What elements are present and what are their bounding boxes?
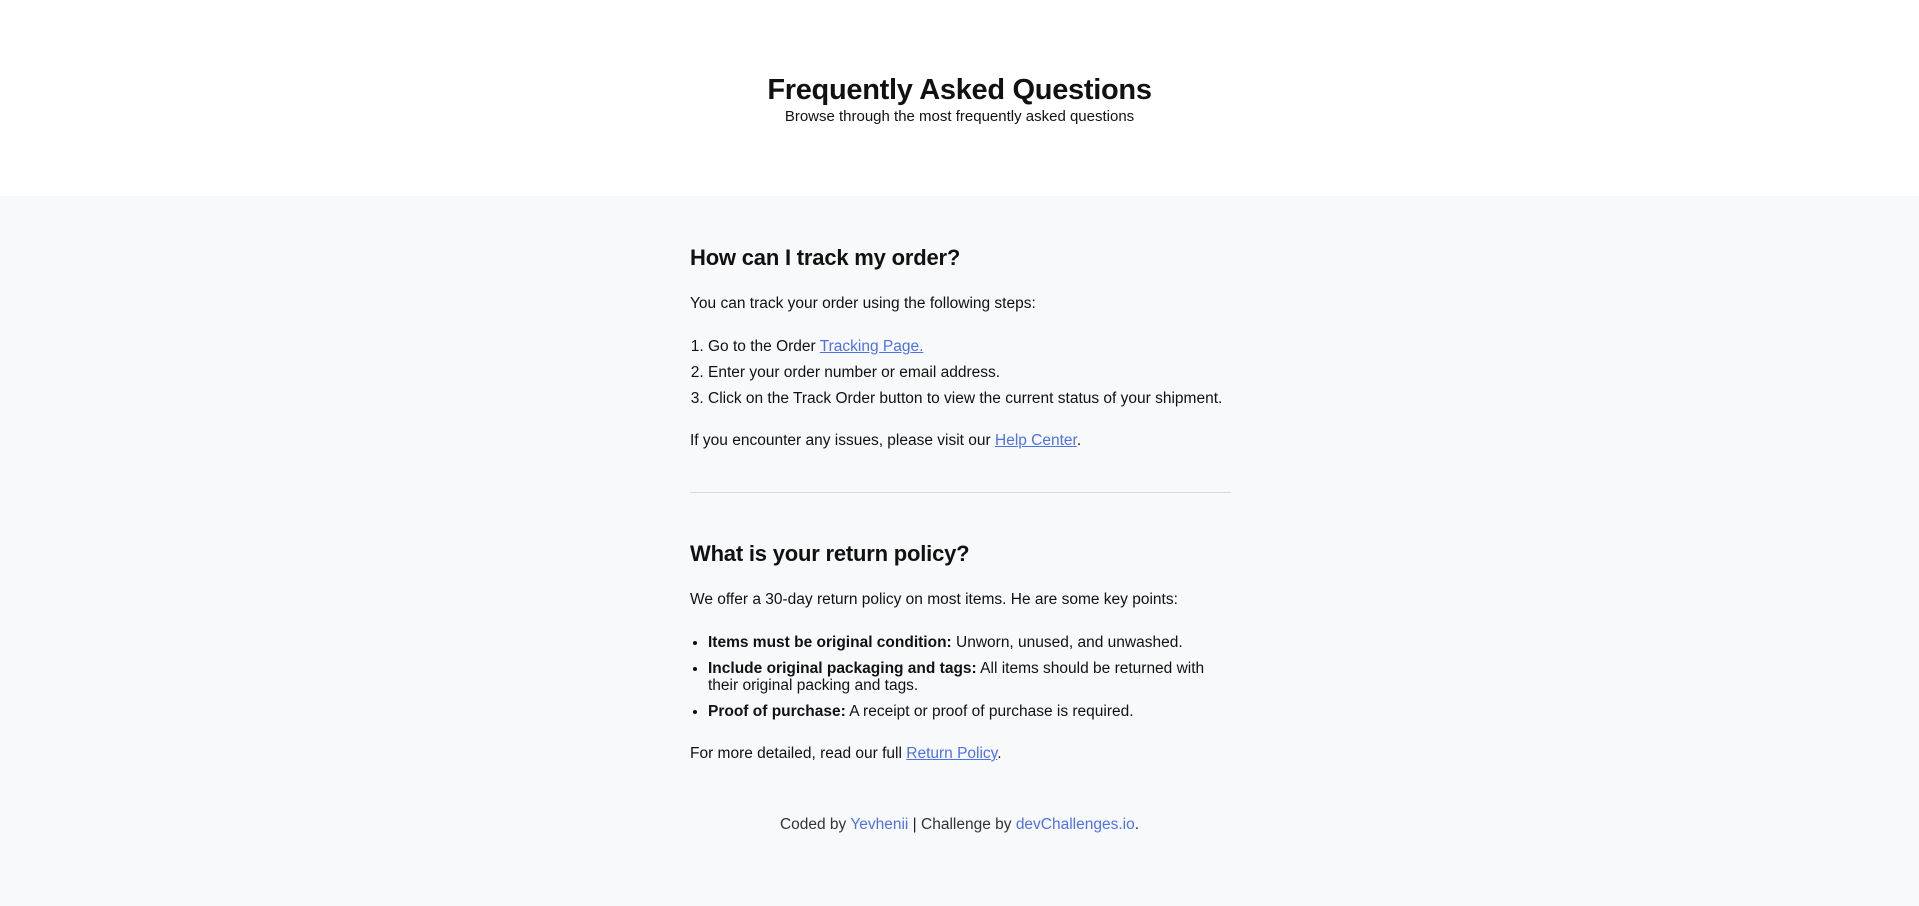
point-label: Include original packaging and tags:	[708, 660, 977, 677]
page-subtitle: Browse through the most frequently asked…	[784, 108, 1135, 125]
list-item: Go to the Order Tracking Page.	[708, 338, 1231, 355]
faq-return-policy: What is your return policy? We offer a 3…	[690, 539, 1231, 764]
footer-separator: |	[908, 816, 922, 833]
help-center-link[interactable]: Help Center	[995, 432, 1077, 449]
point-text: A receipt or proof of purchase is requir…	[845, 703, 1134, 720]
faq-outro: For more detailed, read our full Return …	[690, 744, 1231, 764]
faq-content: How can I track my order? You can track …	[690, 196, 1231, 764]
faq-intro: You can track your order using the follo…	[690, 295, 1036, 312]
footer-challenge-by: Challenge by	[921, 816, 1016, 833]
section-divider	[690, 492, 1231, 493]
faq-question: How can I track my order?	[690, 245, 961, 270]
step-text: Go to the Order	[708, 338, 820, 355]
list-item: Items must be original condition: Unworn…	[708, 634, 1231, 651]
footer-coded-by: Coded by	[779, 816, 851, 833]
outro-punct: .	[997, 745, 1002, 762]
outro-punct: .	[1076, 432, 1082, 449]
outro-text: If you encounter any issues, please visi…	[690, 432, 995, 449]
tracking-page-link[interactable]: Tracking Page.	[820, 338, 924, 355]
faq-question: What is your return policy?	[690, 541, 970, 566]
page-footer: Coded by Yevhenii | Challenge by devChal…	[0, 816, 1919, 834]
list-item: Include original packaging and tags: All…	[708, 660, 1231, 694]
point-text: Unworn, unused, and unwashed.	[951, 634, 1183, 651]
faq-track-order: How can I track my order? You can track …	[690, 243, 1231, 451]
list-item: Click on the Track Order button to view …	[708, 390, 1231, 407]
list-item: Enter your order number or email address…	[708, 364, 1231, 381]
page-title: Frequently Asked Questions	[767, 74, 1152, 106]
page-header: Frequently Asked Questions Browse throug…	[0, 0, 1919, 196]
return-policy-link[interactable]: Return Policy	[906, 745, 997, 762]
faq-intro: We offer a 30-day return policy on most …	[690, 591, 1178, 608]
tracking-steps-list: Go to the Order Tracking Page. Enter you…	[690, 338, 1231, 407]
list-item: Proof of purchase: A receipt or proof of…	[708, 703, 1231, 720]
outro-text: For more detailed, read our full	[690, 745, 907, 762]
devchallenges-link[interactable]: devChallenges.io	[1016, 816, 1135, 833]
footer-end: .	[1134, 816, 1140, 833]
author-link[interactable]: Yevhenii	[850, 816, 908, 833]
return-points-list: Items must be original condition: Unworn…	[690, 634, 1231, 720]
faq-outro: If you encounter any issues, please visi…	[690, 431, 1231, 451]
point-label: Proof of purchase:	[708, 703, 846, 720]
point-label: Items must be original condition:	[708, 634, 952, 651]
